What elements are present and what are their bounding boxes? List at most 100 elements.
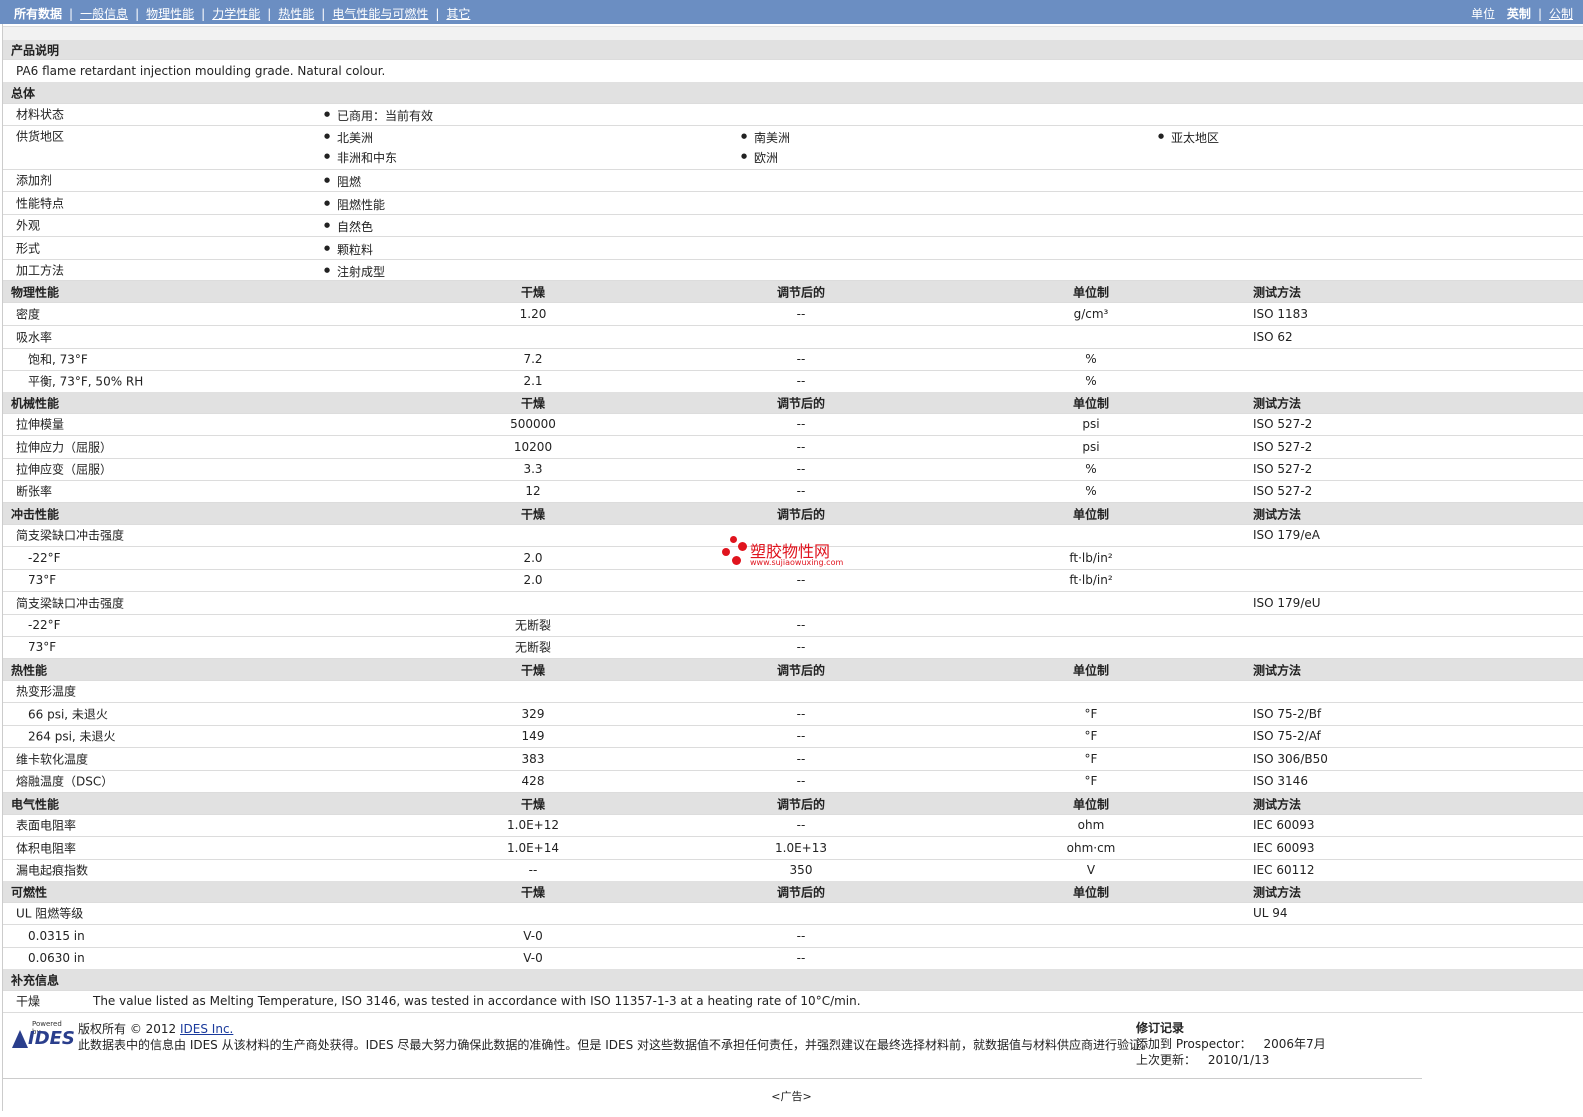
advertisement-label: <广告> — [771, 1090, 812, 1103]
property-label: 简支梁缺口冲击强度 — [16, 528, 125, 543]
unit-value: V — [1086, 863, 1096, 877]
general-row: 加工方法 注射成型 — [3, 259, 1583, 281]
nav-link-general[interactable]: 一般信息 — [80, 7, 128, 21]
test-method: ISO 527-2 — [1253, 484, 1313, 498]
general-item: 注射成型 — [324, 263, 385, 280]
test-method: ISO 527-2 — [1253, 417, 1313, 431]
column-header: 测试方法 — [1253, 285, 1302, 299]
nav-link-electrical[interactable]: 电气性能与可燃性 — [332, 7, 428, 21]
logo-text: IDES — [28, 1028, 75, 1049]
copyright-text: 版权所有 © 2012 — [78, 1022, 177, 1036]
general-row-label: 性能特点 — [16, 196, 65, 211]
nav-link-mechanical[interactable]: 力学性能 — [212, 7, 260, 21]
units-metric-link[interactable]: 公制 — [1549, 7, 1573, 21]
test-method: ISO 527-2 — [1253, 462, 1313, 476]
test-method: ISO 306/B50 — [1253, 751, 1328, 766]
general-row-label: 添加剂 — [16, 173, 53, 188]
section-title: 产品说明 — [11, 43, 60, 57]
general-row-label: 加工方法 — [16, 263, 65, 278]
test-method: ISO 75-2/Af — [1253, 729, 1321, 743]
column-header: 单位制 — [1072, 797, 1109, 811]
unit-value: ohm — [1077, 818, 1105, 832]
property-label: 73°F — [28, 573, 57, 587]
unit-value: °F — [1084, 774, 1098, 788]
section-general: 总体 — [3, 82, 1583, 104]
column-header: 单位制 — [1072, 663, 1109, 677]
added-label: 添加到 Prospector： — [1136, 1037, 1252, 1051]
ides-logo: Powered by IDES — [8, 1020, 75, 1050]
dry-value: 329 — [521, 706, 545, 721]
property-row: -22°F 无断裂 -- — [3, 614, 1583, 637]
property-row: 体积电阻率 1.0E+14 1.0E+13 ohm·cm IEC 60093 — [3, 836, 1583, 860]
dry-value: 1.0E+14 — [507, 840, 559, 855]
units-imperial[interactable]: 英制 — [1507, 7, 1531, 21]
property-row: 断张率 12 --% ISO 527-2 — [3, 480, 1583, 503]
dry-value: 500000 — [510, 417, 556, 431]
section-physical: 物理性能 干燥 调节后的 单位制 测试方法 — [3, 281, 1583, 303]
property-label: 漏电起痕指数 — [16, 863, 89, 878]
nav-link-physical[interactable]: 物理性能 — [146, 7, 194, 21]
unit-value: °F — [1084, 751, 1098, 766]
section-mechanical: 机械性能 干燥 调节后的 单位制 测试方法 — [3, 392, 1583, 414]
nav-link-thermal[interactable]: 热性能 — [278, 7, 314, 21]
property-row: 平衡, 73°F, 50% RH 2.1 --% — [3, 370, 1583, 393]
column-header: 调节后的 — [776, 797, 825, 811]
property-label: 264 psi, 未退火 — [28, 729, 116, 744]
property-row: 拉伸应力（屈服） 10200 -- psi ISO 527-2 — [3, 435, 1583, 459]
section-impact: 冲击性能 干燥 调节后的 单位制 测试方法 — [3, 503, 1583, 525]
column-header: 单位制 — [1072, 396, 1109, 410]
ides-triangle-icon — [12, 1030, 28, 1048]
conditioned-value: -- — [796, 573, 806, 587]
property-label: 维卡软化温度 — [16, 752, 89, 766]
column-header: 调节后的 — [776, 663, 825, 677]
property-label: -22°F — [28, 550, 61, 565]
conditioned-value: -- — [796, 307, 806, 321]
property-row: 表面电阻率 1.0E+12 -- ohm IEC 60093 — [3, 814, 1583, 837]
nav-link-other[interactable]: 其它 — [446, 7, 470, 21]
section-supplement: 补充信息 — [3, 969, 1583, 991]
column-header: 干燥 — [520, 663, 545, 677]
dry-value: 2.0 — [523, 550, 543, 565]
general-row: 供货地区 北美洲 南美洲 亚太地区非洲和中东 欧洲 — [3, 125, 1583, 170]
property-row: 0.0630 in V-0 -- — [3, 947, 1583, 970]
property-label: 拉伸应变（屈服） — [16, 462, 113, 477]
product-description-row: PA6 flame retardant injection moulding g… — [3, 60, 1583, 83]
dry-value: 3.3 — [523, 462, 543, 476]
general-row: 添加剂 阻燃 — [3, 169, 1583, 192]
dry-value: V-0 — [523, 928, 543, 943]
general-row-label: 形式 — [16, 241, 41, 256]
test-method: ISO 62 — [1253, 329, 1293, 344]
unit-switch: 单位 英制 | 公制 — [1471, 7, 1573, 21]
dry-value: 7.2 — [523, 352, 543, 366]
nav-all-data[interactable]: 所有数据 — [14, 7, 62, 21]
property-label: 密度 — [16, 307, 41, 322]
updated-label: 上次更新： — [1136, 1053, 1197, 1067]
general-item: 已商用：当前有效 — [324, 107, 433, 124]
property-label: 0.0630 in — [28, 951, 85, 965]
test-method: ISO 3146 — [1253, 774, 1308, 788]
general-item: 欧洲 — [741, 149, 778, 166]
column-header: 单位制 — [1072, 285, 1109, 299]
conditioned-value: -- — [796, 729, 806, 743]
property-row: 吸水率 ISO 62 — [3, 325, 1583, 349]
company-link[interactable]: IDES Inc. — [180, 1022, 233, 1036]
revision-history: 修订记录 添加到 Prospector： 2006年7月 上次更新： 2010/… — [1136, 1020, 1326, 1068]
property-label: 拉伸模量 — [16, 417, 65, 432]
supplement-row: 干燥 The value listed as Melting Temperatur… — [3, 990, 1583, 1013]
unit-value: % — [1085, 484, 1097, 498]
dry-value: V-0 — [523, 951, 543, 965]
unit-value: % — [1085, 374, 1097, 388]
column-header: 干燥 — [520, 797, 545, 811]
column-header: 单位制 — [1072, 885, 1109, 899]
column-header: 单位制 — [1072, 507, 1109, 521]
conditioned-value: -- — [796, 751, 806, 766]
general-row-label: 外观 — [16, 218, 41, 233]
unit-value: ohm·cm — [1066, 840, 1116, 855]
conditioned-value: -- — [796, 462, 806, 476]
general-item: 亚太地区 — [1158, 129, 1219, 146]
nav-links: 所有数据 | 一般信息 | 物理性能 | 力学性能 | 热性能 | 电气性能与可燃性 | 其它 — [14, 7, 471, 21]
test-method: ISO 527-2 — [1253, 439, 1313, 454]
property-row: 简支梁缺口冲击强度 ISO 179/eU — [3, 591, 1583, 615]
test-method: ISO 1183 — [1253, 307, 1308, 321]
added-value: 2006年7月 — [1263, 1037, 1326, 1051]
